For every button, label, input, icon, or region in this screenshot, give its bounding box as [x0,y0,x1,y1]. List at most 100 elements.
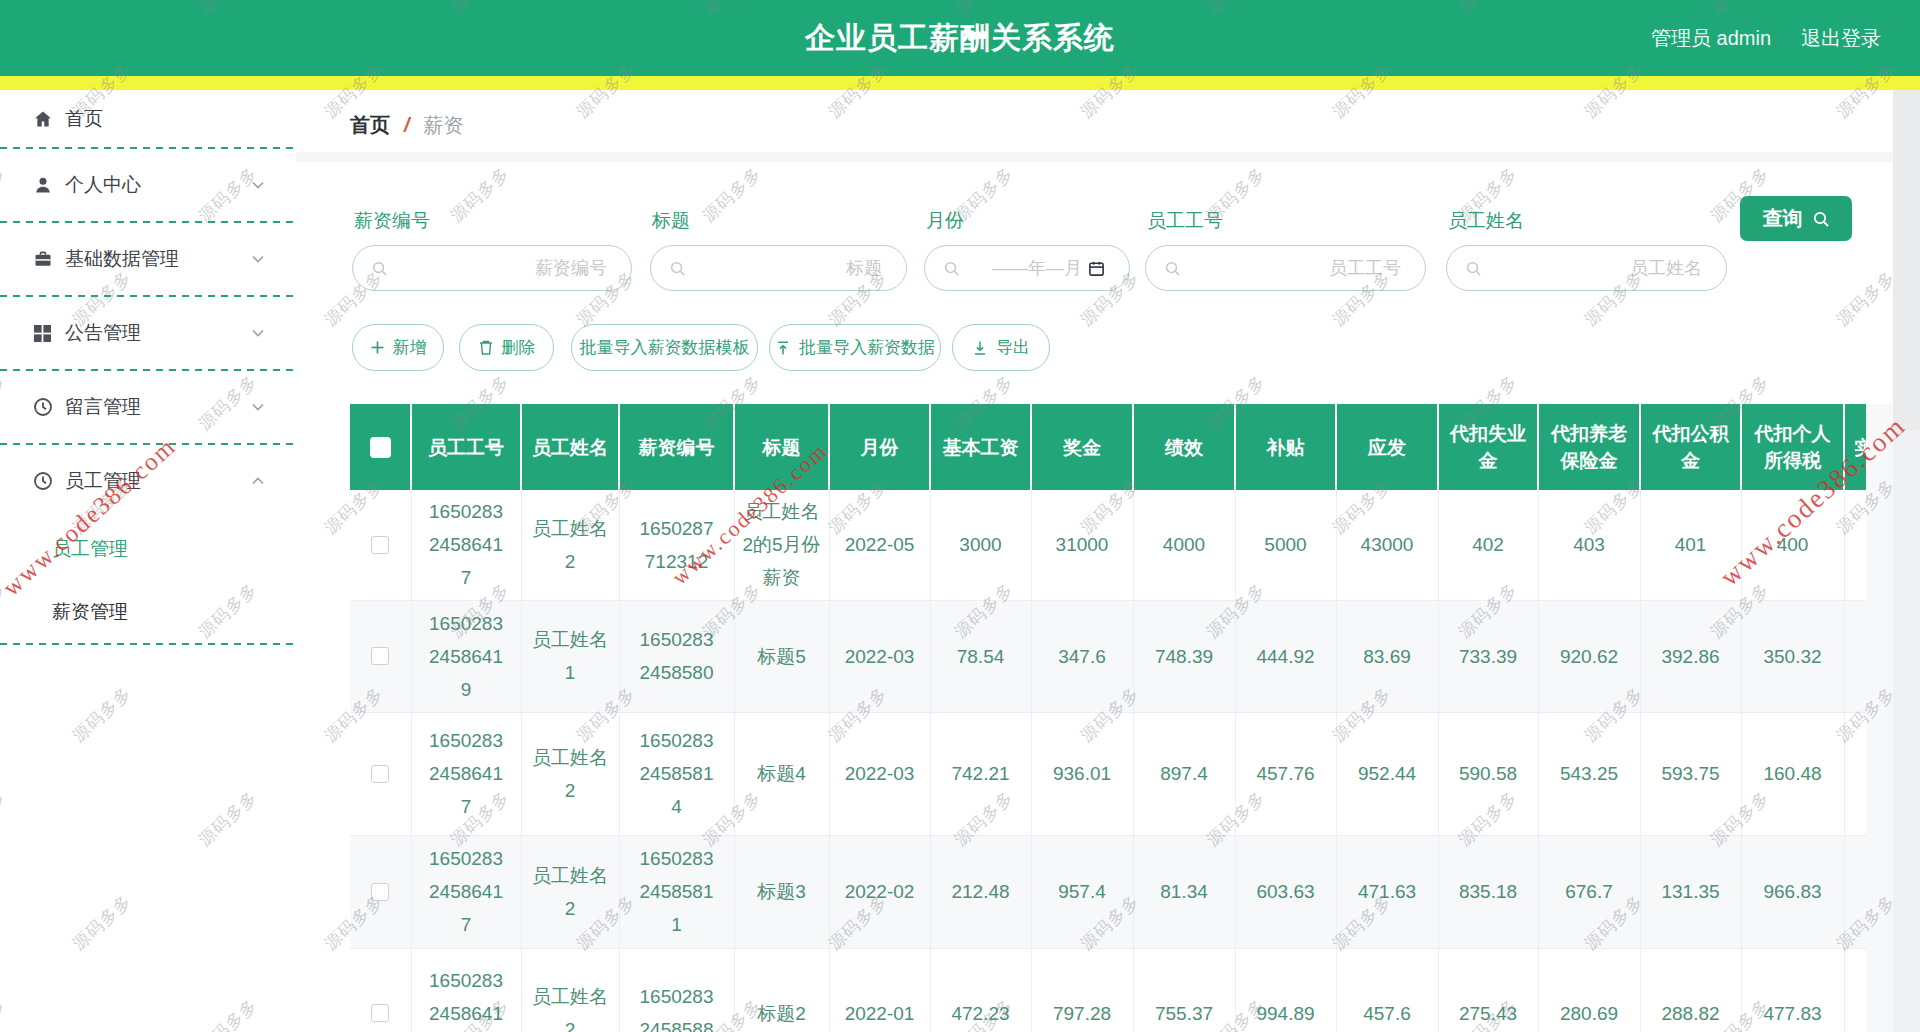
column-header-5: 基本工资 [930,404,1031,490]
sidebar-item-label: 个人中心 [65,172,141,198]
cell-3-10: 835.18 [1438,835,1538,948]
sidebar-item-2[interactable]: 基础数据管理 [0,223,296,295]
cell-4-1: 员工姓名2 [521,948,619,1032]
column-header-12: 代扣公积金 [1640,404,1741,490]
cell-3-0: 165028324586417 [411,835,521,948]
clock-icon [33,471,53,491]
input-placeholder: 薪资编号 [535,246,607,290]
input-placeholder: 标题 [846,246,882,290]
row-checkbox-cell [350,712,411,835]
filter-label: 标题 [652,208,690,234]
action-button-3[interactable]: 批量导入薪资数据 [769,324,941,371]
column-header-3: 标题 [734,404,829,490]
table-row-2[interactable]: 165028324586417员工姓名2165028324585814标题420… [350,712,1866,835]
chevron-down-icon [250,177,266,193]
cell-2-8: 457.76 [1235,712,1336,835]
cell-1-5: 78.54 [930,600,1031,712]
cell-2-3: 标题4 [734,712,829,835]
filter-label: 员工工号 [1147,208,1223,234]
breadcrumb: 首页 / 薪资 [350,112,464,139]
table-row-3[interactable]: 165028324586417员工姓名2165028324585811标题320… [350,835,1866,948]
breadcrumb-home[interactable]: 首页 [350,112,390,139]
cell-3-2: 165028324585811 [619,835,734,948]
table-container: 员工工号员工姓名薪资编号标题月份基本工资奖金绩效补贴应发代扣失业金代扣养老保险金… [350,404,1866,1032]
cell-4-12: 288.82 [1640,948,1741,1032]
cell-0-11: 403 [1538,490,1640,600]
action-button-0[interactable]: 新增 [352,324,444,371]
table-row-0[interactable]: 165028324586417员工姓名21650287712312员工姓名2的5… [350,490,1866,600]
column-header-13: 代扣个人所得税 [1741,404,1844,490]
input-placeholder: ——年—月 [992,246,1105,290]
row-checkbox[interactable] [371,765,389,783]
filter-group-4: 员工姓名员工姓名 [1446,245,1727,291]
row-checkbox[interactable] [371,536,389,554]
cell-1-13: 350.32 [1741,600,1844,712]
table-row-1[interactable]: 165028324586419员工姓名116502832458580标题5202… [350,600,1866,712]
cell-0-0: 165028324586417 [411,490,521,600]
cell-4-10: 275.43 [1438,948,1538,1032]
search-icon [371,260,388,277]
calendar-icon [1088,260,1105,277]
filter-input-2[interactable]: ——年—月 [924,245,1130,291]
cell-4-3: 标题2 [734,948,829,1032]
filter-label: 员工姓名 [1448,208,1524,234]
action-button-label: 删除 [502,336,536,359]
home-icon [33,109,53,129]
sidebar-item-1[interactable]: 个人中心 [0,149,296,221]
select-all-checkbox[interactable] [370,437,391,458]
admin-user-label[interactable]: 管理员 admin [1651,25,1771,52]
sidebar-item-4[interactable]: 留言管理 [0,371,296,443]
grid-icon [33,323,53,343]
column-header-10: 代扣失业金 [1438,404,1538,490]
salary-table: 员工工号员工姓名薪资编号标题月份基本工资奖金绩效补贴应发代扣失业金代扣养老保险金… [350,404,1866,1032]
sidebar-item-label: 留言管理 [65,394,141,420]
cell-3-8: 603.63 [1235,835,1336,948]
search-icon [1164,260,1181,277]
row-checkbox[interactable] [371,883,389,901]
filter-input-4[interactable]: 员工姓名 [1446,245,1727,291]
chevron-down-icon [250,399,266,415]
sidebar-subitem-5-1[interactable]: 薪资管理 [0,580,296,643]
sidebar-divider [0,643,296,645]
page-scrollbar[interactable] [1893,90,1920,1032]
top-header-bar: 企业员工薪酬关系系统 管理员 admin 退出登录 [0,0,1920,76]
action-button-2[interactable]: 批量导入薪资数据模板 [571,324,758,371]
cell-3-5: 212.48 [930,835,1031,948]
sidebar-item-3[interactable]: 公告管理 [0,297,296,369]
action-button-4[interactable]: 导出 [952,324,1050,371]
search-icon [669,260,686,277]
filter-input-0[interactable]: 薪资编号 [352,245,632,291]
action-button-1[interactable]: 删除 [459,324,554,371]
cell-4-11: 280.69 [1538,948,1640,1032]
cell-0-1: 员工姓名2 [521,490,619,600]
breadcrumb-current: 薪资 [424,112,464,139]
filter-label: 薪资编号 [354,208,430,234]
sidebar-item-5[interactable]: 员工管理 [0,445,296,517]
row-checkbox-cell [350,490,411,600]
sidebar-item-0[interactable]: 首页 [0,90,296,147]
cell-4-13: 477.83 [1741,948,1844,1032]
cell-1-12: 392.86 [1640,600,1741,712]
accent-divider [0,76,1920,90]
search-button[interactable]: 查询 [1740,196,1852,241]
row-checkbox[interactable] [371,647,389,665]
cell-1-4: 2022-03 [829,600,930,712]
cell-3-7: 81.34 [1133,835,1235,948]
filter-group-2: 月份——年—月 [924,245,1130,291]
cell-1-6: 347.6 [1031,600,1133,712]
filter-input-3[interactable]: 员工工号 [1145,245,1426,291]
cell-1-9: 83.69 [1336,600,1438,712]
cell-2-14 [1844,712,1866,835]
cell-3-13: 966.83 [1741,835,1844,948]
sidebar-item-label: 公告管理 [65,320,141,346]
cell-1-2: 16502832458580 [619,600,734,712]
sidebar-subitem-5-0[interactable]: 员工管理 [0,517,296,580]
row-checkbox[interactable] [371,1004,389,1022]
scrollbar-thumb[interactable] [1893,90,1920,430]
cell-3-6: 957.4 [1031,835,1133,948]
cell-0-13: 400 [1741,490,1844,600]
filter-input-1[interactable]: 标题 [650,245,907,291]
sidebar-item-label: 基础数据管理 [65,246,179,272]
table-row-4[interactable]: 165028324586417员工姓名216502832458588标题2202… [350,948,1866,1032]
logout-link[interactable]: 退出登录 [1801,25,1881,52]
